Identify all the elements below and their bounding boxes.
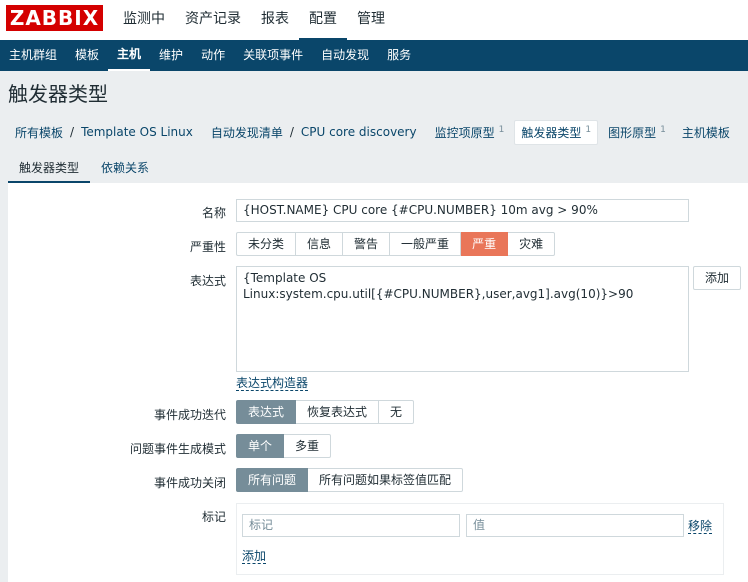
severity-information[interactable]: 信息 — [296, 232, 344, 256]
tags-box: 标记 值 移除 添加 — [236, 503, 724, 575]
zabbix-logo[interactable]: ZABBIX — [6, 5, 103, 31]
top-nav-inventory[interactable]: 资产记录 — [175, 0, 251, 40]
sub-nav-services[interactable]: 服务 — [378, 40, 420, 71]
breadcrumb-tab-host-prototypes[interactable]: 主机模板 — [676, 121, 736, 144]
ok-event-closes-label: 事件成功关闭 — [153, 476, 226, 490]
expression-builder-link[interactable]: 表达式构造器 — [236, 376, 309, 391]
expression-textarea[interactable]: {Template OS Linux:system.cpu.util[{#CPU… — [236, 266, 689, 372]
severity-not-classified[interactable]: 未分类 — [236, 232, 297, 256]
tag-name-input[interactable]: 标记 — [242, 514, 460, 537]
tags-label: 标记 — [201, 510, 226, 524]
top-nav-configuration[interactable]: 配置 — [299, 0, 347, 40]
form-tabs: 触发器类型 依赖关系 — [8, 155, 748, 183]
name-input[interactable]: {HOST.NAME} CPU core {#CPU.NUMBER} 10m a… — [236, 199, 689, 222]
tab-count: 1 — [660, 124, 666, 135]
breadcrumb-tab-item-prototypes[interactable]: 监控项原型 1 — [429, 121, 511, 144]
breadcrumb: 所有模板 / Template OS Linux 自动发现清单 / CPU co… — [0, 117, 748, 147]
tab-count: 1 — [498, 124, 505, 135]
breadcrumb-separator: / — [289, 125, 294, 139]
trigger-form: 名称 {HOST.NAME} CPU core {#CPU.NUMBER} 10… — [8, 183, 748, 582]
ok-event-recovery-expression[interactable]: 恢复表达式 — [296, 400, 380, 424]
tab-label: 触发器类型 — [521, 125, 582, 140]
tab-trigger-prototype[interactable]: 触发器类型 — [8, 155, 91, 183]
problem-mode-label: 问题事件生成模式 — [129, 442, 226, 456]
expression-add-button[interactable]: 添加 — [693, 266, 742, 290]
tab-label: 主机模板 — [681, 125, 730, 140]
sub-nav-hosts[interactable]: 主机 — [108, 40, 151, 71]
sub-nav-host-groups[interactable]: 主机群组 — [0, 40, 66, 71]
ok-close-all-problems[interactable]: 所有问题 — [236, 468, 309, 492]
problem-mode-single[interactable]: 单个 — [236, 434, 285, 458]
ok-close-tag-match[interactable]: 所有问题如果标签值匹配 — [308, 468, 464, 492]
sub-nav-templates[interactable]: 模板 — [66, 40, 108, 71]
breadcrumb-all-templates[interactable]: 所有模板 — [15, 124, 63, 141]
severity-label: 严重性 — [189, 240, 226, 254]
ok-event-none[interactable]: 无 — [379, 400, 415, 424]
severity-group: 未分类 信息 警告 一般严重 严重 灾难 — [236, 232, 556, 256]
ok-event-generation-label: 事件成功迭代 — [153, 408, 226, 422]
tag-value-input[interactable]: 值 — [466, 514, 684, 537]
sub-nav-discovery[interactable]: 自动发现 — [312, 40, 378, 71]
sub-nav-actions[interactable]: 动作 — [192, 40, 234, 71]
top-nav-administration[interactable]: 管理 — [347, 0, 395, 40]
breadcrumb-tab-graph-prototypes[interactable]: 图形原型 1 — [602, 121, 672, 144]
tab-label: 图形原型 — [608, 125, 657, 140]
tab-count: 1 — [585, 124, 592, 135]
expression-label: 表达式 — [189, 274, 226, 288]
severity-warning[interactable]: 警告 — [343, 232, 391, 256]
tab-label: 监控项原型 — [434, 125, 495, 140]
top-header: ZABBIX 监测中 资产记录 报表 配置 管理 — [0, 0, 748, 40]
breadcrumb-separator: / — [70, 125, 75, 139]
ok-event-generation-group: 表达式 恢复表达式 无 — [236, 400, 415, 424]
top-nav-reports[interactable]: 报表 — [251, 0, 299, 40]
problem-mode-group: 单个 多重 — [236, 434, 332, 458]
page-title: 触发器类型 — [8, 82, 108, 106]
tab-dependencies[interactable]: 依赖关系 — [90, 155, 160, 183]
breadcrumb-tab-trigger-prototypes[interactable]: 触发器类型 1 — [514, 119, 599, 145]
problem-mode-multiple[interactable]: 多重 — [284, 434, 332, 458]
top-nav-monitoring[interactable]: 监测中 — [113, 0, 175, 40]
ok-event-expression[interactable]: 表达式 — [236, 400, 297, 424]
severity-disaster[interactable]: 灾难 — [508, 232, 556, 256]
severity-high[interactable]: 严重 — [461, 232, 509, 256]
tag-remove-link[interactable]: 移除 — [688, 519, 713, 534]
breadcrumb-template[interactable]: Template OS Linux — [81, 125, 193, 139]
severity-average[interactable]: 一般严重 — [390, 232, 462, 256]
sub-nav: 主机群组 模板 主机 维护 动作 关联项事件 自动发现 服务 — [0, 40, 748, 71]
sub-nav-correlation[interactable]: 关联项事件 — [234, 40, 312, 71]
breadcrumb-discovery-rule[interactable]: CPU core discovery — [301, 125, 417, 139]
ok-event-closes-group: 所有问题 所有问题如果标签值匹配 — [236, 468, 464, 492]
tag-add-link[interactable]: 添加 — [242, 549, 267, 564]
sub-nav-maintenance[interactable]: 维护 — [150, 40, 192, 71]
breadcrumb-discovery-list[interactable]: 自动发现清单 — [211, 124, 283, 141]
name-label: 名称 — [201, 206, 226, 220]
top-nav: 监测中 资产记录 报表 配置 管理 — [113, 0, 395, 40]
